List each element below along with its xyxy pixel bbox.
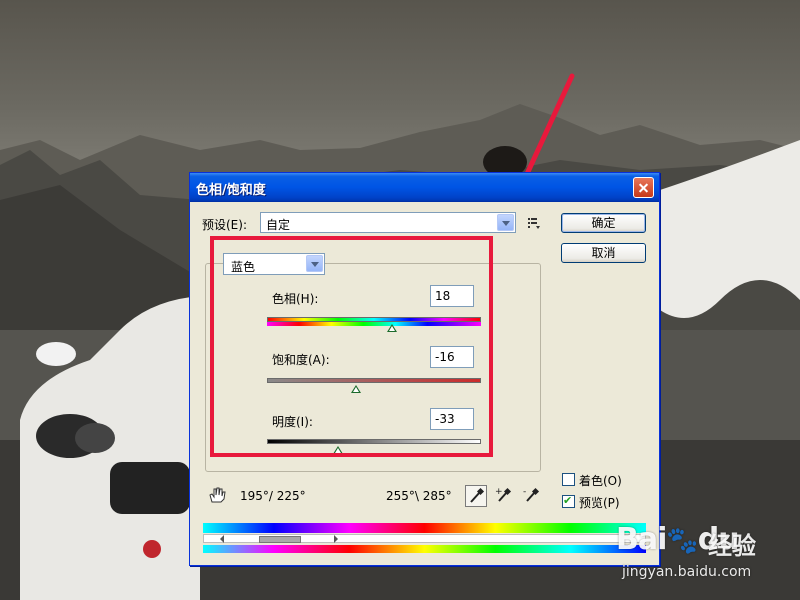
colorize-label[interactable]: 着色(O)	[579, 472, 622, 489]
preview-checkbox[interactable]	[562, 494, 575, 508]
input-spectrum-bar	[203, 523, 646, 533]
ok-button[interactable]: 确定	[561, 213, 646, 233]
chevron-down-icon[interactable]	[497, 214, 514, 231]
preset-options-icon[interactable]	[527, 216, 541, 230]
range-left-text: 195°/ 225°	[240, 489, 306, 503]
preview-label[interactable]: 预览(P)	[579, 494, 620, 511]
output-spectrum-bar	[203, 545, 646, 553]
watermark-cn-text: 经验	[708, 532, 756, 560]
range-right-handle[interactable]	[334, 535, 338, 543]
eyedropper-icon[interactable]	[465, 485, 487, 507]
preset-select[interactable]: 自定	[260, 212, 516, 233]
color-range-bar[interactable]	[203, 534, 646, 543]
preset-value: 自定	[266, 218, 291, 232]
eyedropper-plus-icon[interactable]: +	[494, 485, 516, 507]
range-left-handle[interactable]	[220, 535, 224, 543]
baidu-jingyan-watermark: Bai🐾du 经验 jingyan.baidu.com	[612, 518, 800, 600]
watermark-url: jingyan.baidu.com	[622, 564, 752, 580]
colorize-checkbox[interactable]	[562, 473, 575, 486]
range-right-text: 255°\ 285°	[386, 489, 452, 503]
eyedropper-minus-icon[interactable]: -	[522, 485, 544, 507]
svg-text:-: -	[523, 487, 526, 497]
title-bar[interactable]: 色相/饱和度	[190, 173, 659, 202]
hand-adjust-icon[interactable]	[206, 486, 226, 504]
close-button[interactable]	[633, 177, 654, 198]
annotation-highlight-box	[210, 236, 493, 457]
dialog-title: 色相/饱和度	[196, 183, 266, 198]
preset-label: 预设(E):	[202, 218, 247, 232]
svg-text:+: +	[495, 487, 503, 497]
range-selection[interactable]	[259, 536, 301, 543]
cancel-button[interactable]: 取消	[561, 243, 646, 263]
